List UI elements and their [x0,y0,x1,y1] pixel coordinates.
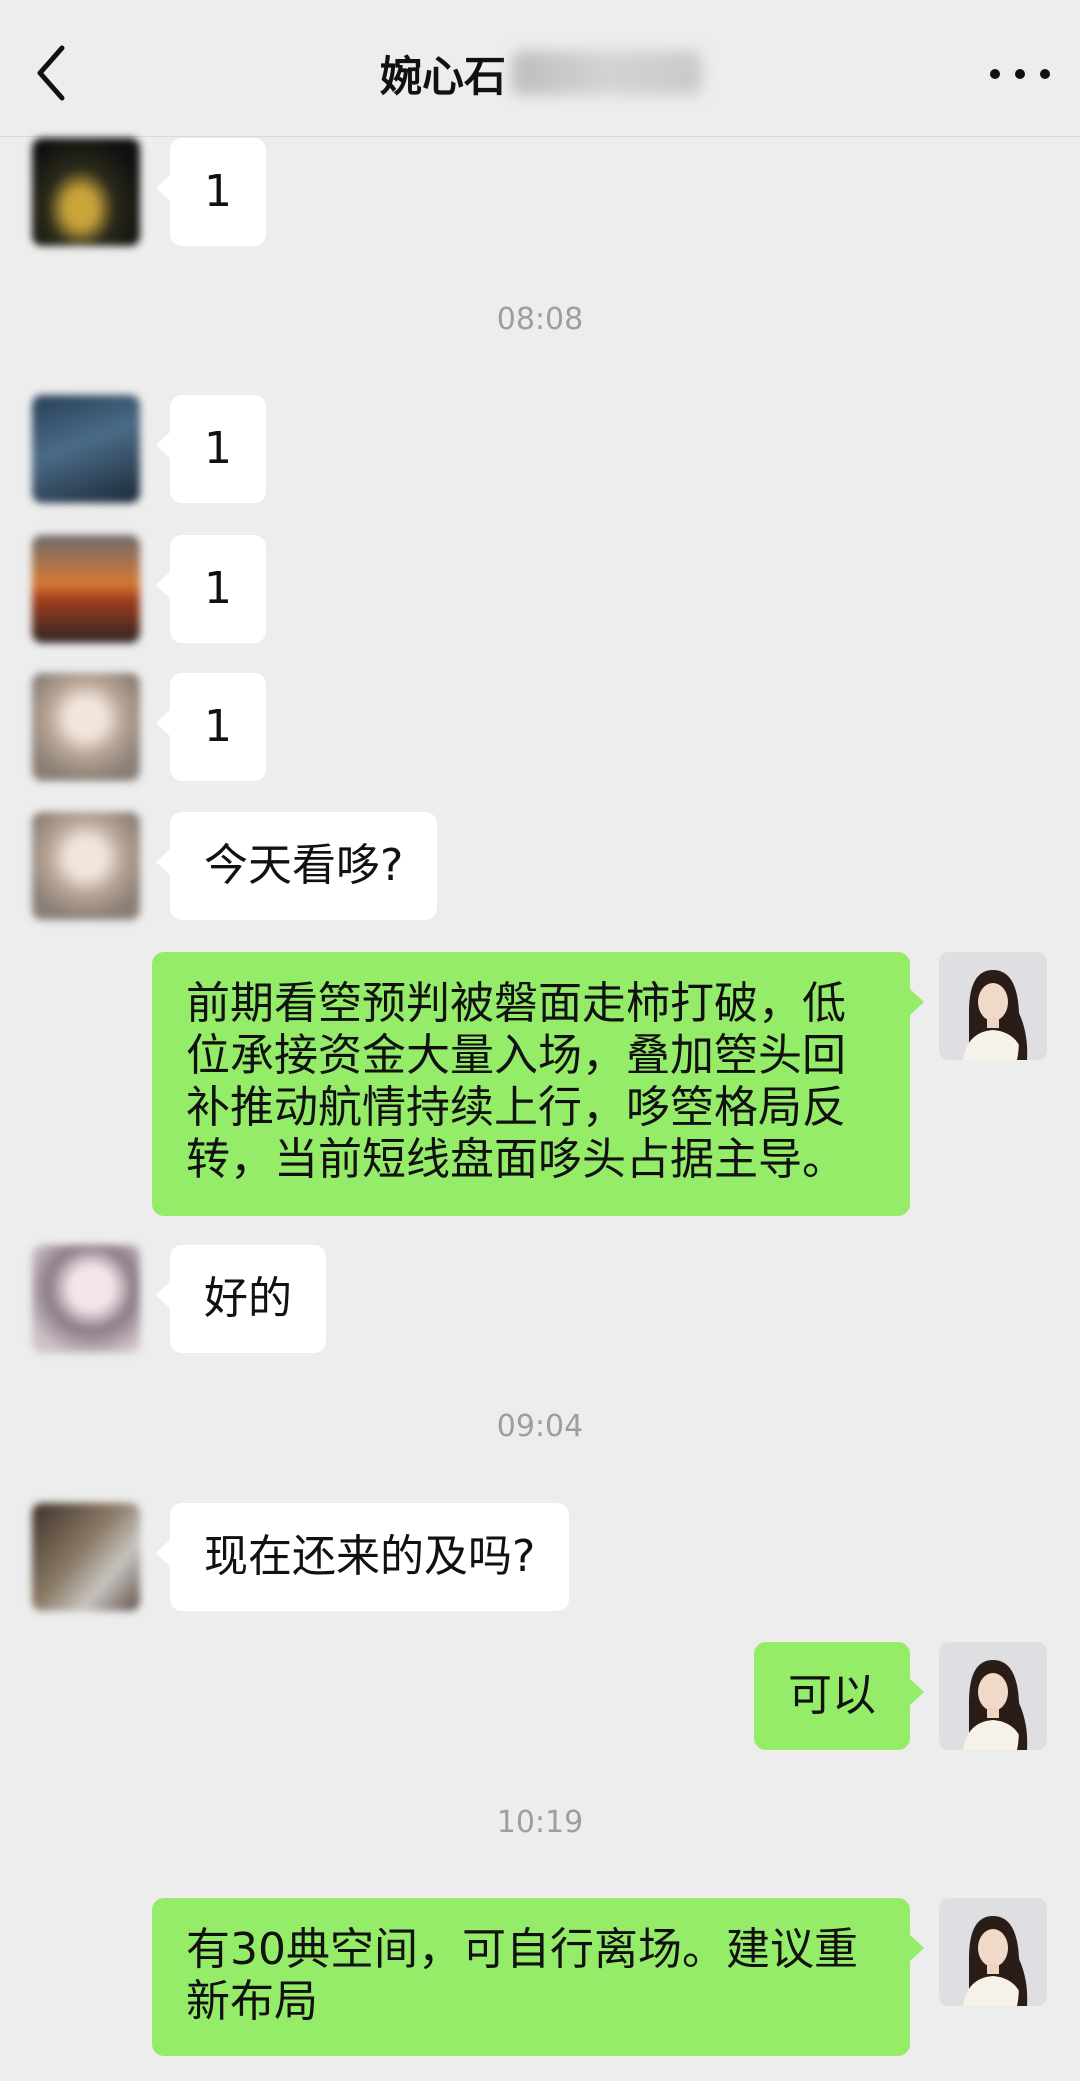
portrait-avatar-icon [939,1898,1047,2006]
message-bubble-received[interactable]: 今天看哆? [155,812,438,920]
my-avatar[interactable] [939,952,1047,1060]
contact-avatar[interactable] [32,812,140,920]
chat-header: 婉心石 [0,0,1080,137]
contact-avatar[interactable] [32,395,140,503]
contact-avatar[interactable] [32,1503,140,1611]
portrait-avatar-icon [939,952,1047,1060]
message-bubble-received[interactable]: 1 [156,535,266,643]
my-avatar[interactable] [939,1898,1047,2006]
message-bubble-sent[interactable]: 有30典空间，可自行离场。建议重新布局 [152,1898,924,2056]
chevron-left-icon [37,45,65,101]
back-button[interactable] [30,40,80,106]
title-redaction [512,51,703,95]
more-dots-icon [990,69,1000,79]
contact-avatar[interactable] [32,673,140,781]
message-bubble-received[interactable]: 现在还来的及吗? [155,1503,570,1611]
contact-avatar[interactable] [32,1245,140,1353]
timestamp: 10:19 [496,1805,584,1840]
message-bubble-received[interactable]: 1 [156,138,266,246]
chat-title: 婉心石 [380,51,507,101]
message-bubble-sent[interactable]: 前期看箜预判被磐面走柿打破，低位承接资金大量入场，叠加箜头回补推动航情持续上行，… [152,952,924,1216]
more-options-button[interactable] [990,52,1050,96]
message-bubble-sent[interactable]: 可以 [754,1642,924,1750]
timestamp: 09:04 [496,1409,584,1444]
message-bubble-received[interactable]: 好的 [156,1245,326,1353]
message-bubble-received[interactable]: 1 [156,673,266,781]
message-bubble-received[interactable]: 1 [156,395,266,503]
my-avatar[interactable] [939,1642,1047,1750]
timestamp: 08:08 [496,302,584,337]
contact-avatar[interactable] [32,138,140,246]
chat-title-area: 婉心石 [380,40,703,106]
contact-avatar[interactable] [32,535,140,643]
portrait-avatar-icon [939,1642,1047,1750]
